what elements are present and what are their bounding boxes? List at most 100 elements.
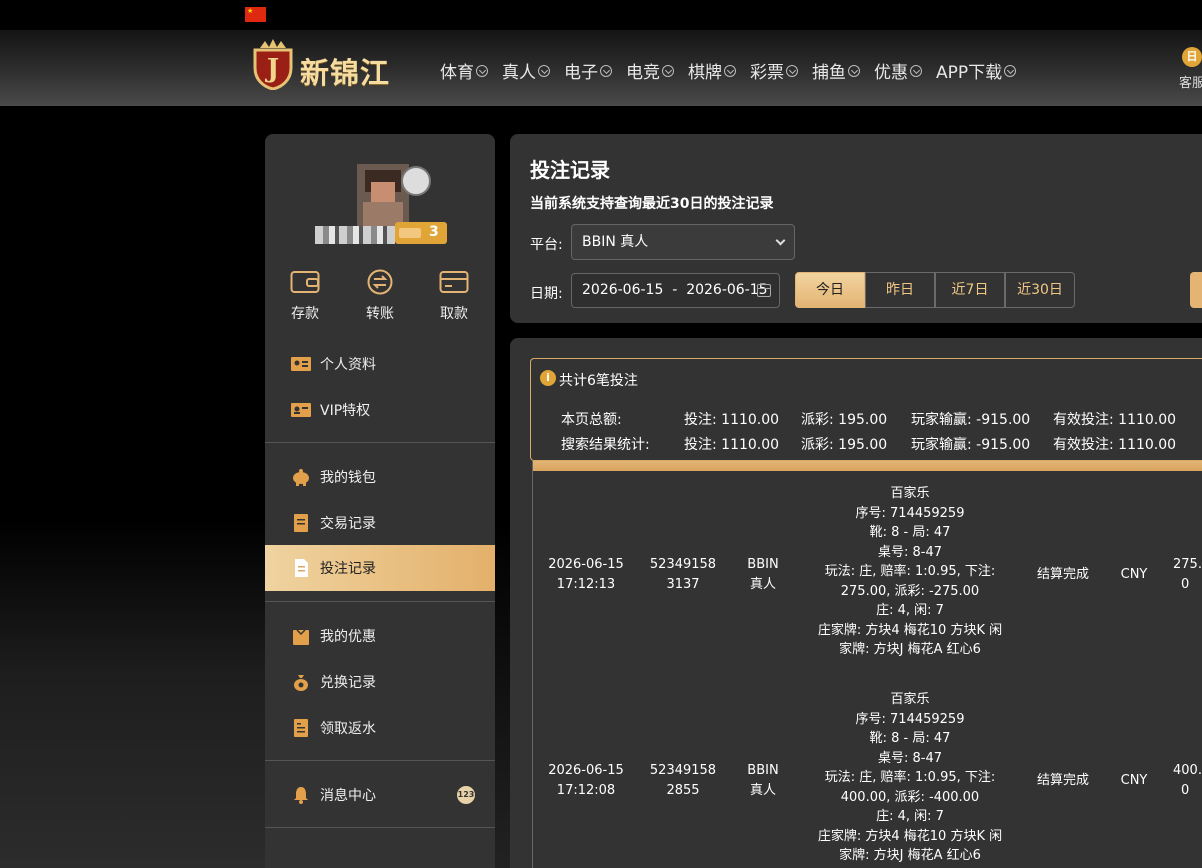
range-yesterday-button[interactable]: 昨日 bbox=[865, 272, 935, 308]
summary-search-payout: 派彩: 195.00 bbox=[801, 437, 888, 453]
username-masked bbox=[315, 226, 395, 244]
table-row[interactable]: 2026-06-15 17:12:08 52349158 2855 BBIN 真人 百… bbox=[533, 681, 1202, 868]
date-range-input[interactable]: 2026-06-15 - 2026-06-15 bbox=[571, 273, 780, 308]
chevron-down-icon bbox=[662, 64, 674, 77]
chevron-down-icon bbox=[786, 64, 798, 77]
platform-select[interactable]: BBIN 真人 bbox=[571, 224, 795, 260]
search-button[interactable] bbox=[1190, 272, 1202, 308]
logo-crest-icon[interactable]: J bbox=[250, 38, 296, 90]
nav-item-app-download[interactable]: APP下载 bbox=[936, 58, 1017, 83]
nav-item-live[interactable]: 真人 bbox=[502, 58, 550, 83]
vip-level-badge: 3 bbox=[395, 222, 447, 244]
sidebar-item-label: 我的优惠 bbox=[320, 629, 376, 645]
sidebar-item-vip[interactable]: VIP特权 bbox=[265, 387, 495, 433]
sidebar-divider bbox=[265, 760, 495, 761]
sidebar-item-bet-records[interactable]: 投注记录 bbox=[265, 545, 495, 591]
platform-label: 平台: bbox=[530, 237, 563, 253]
page-background-gap bbox=[495, 520, 510, 868]
calendar-icon bbox=[757, 284, 771, 297]
status-cell: 结算完成 bbox=[1036, 567, 1089, 582]
chevron-down-icon bbox=[1004, 64, 1017, 77]
sidebar-item-transactions[interactable]: 交易记录 bbox=[265, 500, 495, 546]
chevron-down-icon bbox=[910, 64, 922, 77]
sidebar-item-promotions[interactable]: 我的优惠 bbox=[265, 613, 495, 659]
chevron-down-icon bbox=[775, 235, 786, 246]
customer-service-label[interactable]: 客服 bbox=[1179, 72, 1202, 91]
page-background-shade bbox=[0, 520, 265, 868]
china-flag-icon[interactable]: ★ bbox=[245, 7, 266, 22]
bet-results-panel: i 共计6笔投注 本页总额: 投注: 1110.00 派彩: 195.00 玩家… bbox=[510, 338, 1202, 868]
transfer-button[interactable]: 转账 bbox=[355, 269, 405, 323]
summary-page-valid: 有效投注: 1110.00 bbox=[1053, 412, 1177, 428]
summary-label-search: 搜索结果统计: bbox=[561, 437, 650, 453]
customer-service-icon[interactable]: 日 bbox=[1182, 47, 1202, 67]
page-subtitle: 当前系统支持查询最近30日的投注记录 bbox=[530, 196, 774, 212]
sidebar-item-label: 个人资料 bbox=[320, 357, 376, 373]
sidebar-item-label: 兑换记录 bbox=[320, 675, 376, 691]
amount-part2: 0 bbox=[1181, 782, 1190, 798]
detail-line: 桌号: 8-47 bbox=[877, 544, 943, 560]
nav-item-fishing[interactable]: 捕鱼 bbox=[812, 58, 860, 83]
sidebar-item-messages[interactable]: 消息中心 123 bbox=[265, 772, 495, 818]
currency-cell: CNY bbox=[1120, 773, 1148, 788]
vip-card-icon bbox=[291, 403, 311, 417]
bet-id-cell: 52349158 2855 bbox=[645, 761, 721, 800]
sidebar-item-profile[interactable]: 个人资料 bbox=[265, 341, 495, 387]
nav-label: 电子 bbox=[564, 63, 598, 83]
nav-item-slots[interactable]: 电子 bbox=[564, 58, 612, 83]
platform-type: 真人 bbox=[749, 576, 776, 592]
info-icon: i bbox=[540, 370, 556, 386]
detail-line: 275.00, 派彩: -275.00 bbox=[840, 583, 980, 599]
gift-box-icon bbox=[293, 629, 309, 645]
chevron-down-icon bbox=[600, 64, 612, 77]
transfer-icon bbox=[367, 269, 393, 295]
range-7days-button[interactable]: 近7日 bbox=[935, 272, 1005, 308]
bell-icon bbox=[294, 787, 308, 804]
detail-line: 百家乐 bbox=[890, 692, 930, 707]
bet-time: 17:12:13 bbox=[556, 576, 616, 592]
avatar-edit-icon[interactable] bbox=[401, 166, 431, 196]
detail-line: 家牌: 方块J 梅花A 红心6 bbox=[839, 642, 981, 657]
sidebar-divider bbox=[265, 442, 495, 443]
amount-cell: 400. 0 bbox=[1173, 761, 1202, 800]
deposit-button[interactable]: 存款 bbox=[280, 269, 330, 323]
amount-cell: 275. 0 bbox=[1173, 555, 1202, 594]
withdraw-label: 取款 bbox=[440, 306, 468, 322]
nav-label: 棋牌 bbox=[688, 63, 722, 83]
detail-line: 桌号: 8-47 bbox=[877, 750, 943, 766]
bet-time: 17:12:08 bbox=[556, 782, 616, 798]
vip-level-number: 3 bbox=[429, 224, 439, 240]
summary-title: 共计6笔投注 bbox=[559, 373, 638, 389]
detail-line: 靴: 8 - 局: 47 bbox=[869, 525, 951, 540]
bet-id-part2: 2855 bbox=[666, 782, 700, 798]
detail-line: 庄: 4, 闲: 7 bbox=[876, 809, 944, 824]
avatar[interactable] bbox=[357, 164, 409, 226]
currency-cell: CNY bbox=[1120, 567, 1148, 582]
bet-id-cell: 52349158 3137 bbox=[645, 555, 721, 594]
top-strip bbox=[0, 0, 1202, 30]
piggy-bank-icon bbox=[293, 469, 309, 486]
nav-item-esports[interactable]: 电竞 bbox=[626, 58, 674, 83]
detail-line: 400.00, 派彩: -400.00 bbox=[840, 789, 980, 805]
sidebar-item-redemptions[interactable]: 兑换记录 bbox=[265, 659, 495, 705]
logo-text[interactable]: 新锦江 bbox=[300, 50, 390, 92]
sidebar-item-wallet[interactable]: 我的钱包 bbox=[265, 454, 495, 500]
platform-type: 真人 bbox=[749, 782, 776, 798]
nav-item-promotions[interactable]: 优惠 bbox=[874, 58, 922, 83]
summary-search-bet: 投注: 1110.00 bbox=[684, 437, 780, 453]
nav-item-lottery[interactable]: 彩票 bbox=[750, 58, 798, 83]
table-row[interactable]: 2026-06-15 17:12:13 52349158 3137 BBIN 真人 百… bbox=[533, 475, 1202, 681]
range-today-button[interactable]: 今日 bbox=[795, 272, 865, 308]
nav-item-sports[interactable]: 体育 bbox=[440, 58, 488, 83]
bet-time-cell: 2026-06-15 17:12:08 bbox=[545, 761, 627, 800]
sidebar-item-rebate[interactable]: 领取返水 bbox=[265, 705, 495, 751]
withdraw-button[interactable]: 取款 bbox=[429, 269, 479, 323]
chevron-down-icon bbox=[538, 64, 550, 77]
date-label: 日期: bbox=[530, 286, 563, 302]
nav-item-cards[interactable]: 棋牌 bbox=[688, 58, 736, 83]
detail-line: 百家乐 bbox=[890, 486, 930, 501]
platform-cell: BBIN 真人 bbox=[733, 555, 793, 594]
bet-time-cell: 2026-06-15 17:12:13 bbox=[545, 555, 627, 594]
range-30days-button[interactable]: 近30日 bbox=[1005, 272, 1075, 308]
nav-label: 电竞 bbox=[626, 63, 660, 83]
